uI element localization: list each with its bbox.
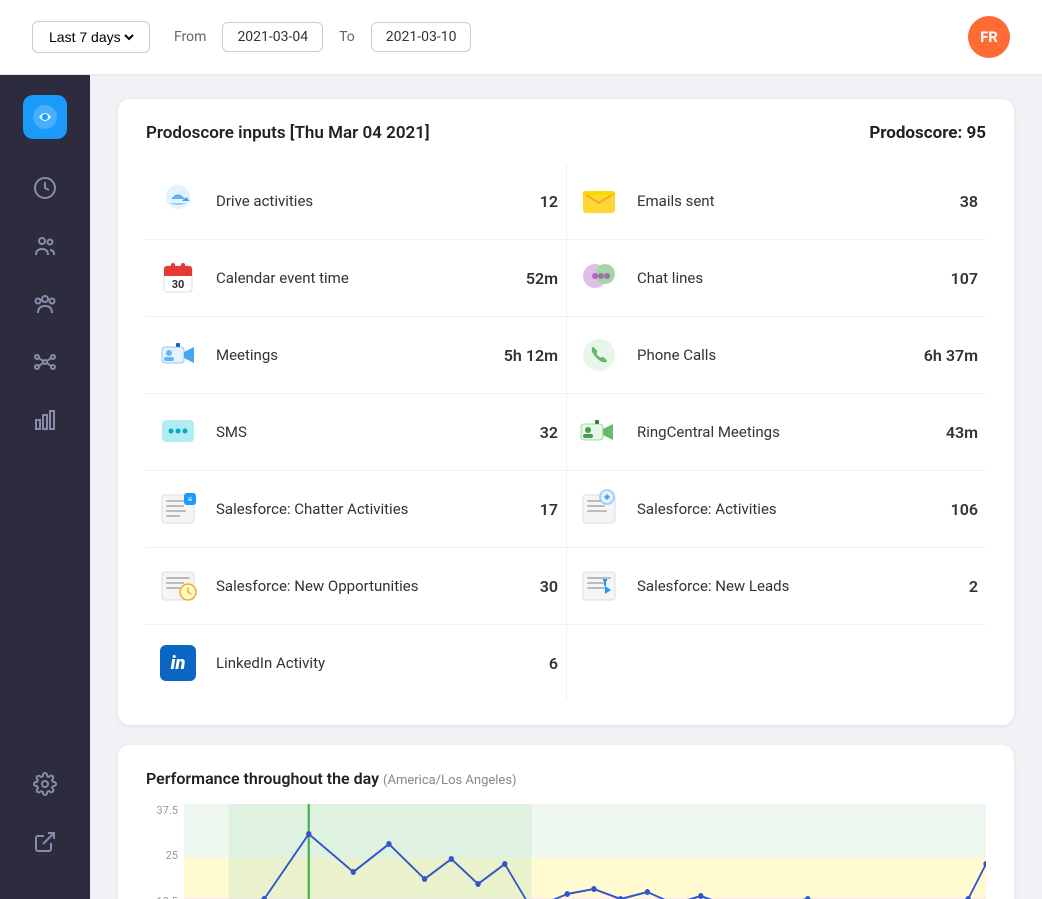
- activity-value-chat: 107: [918, 269, 978, 288]
- chat-icon: [575, 254, 623, 302]
- sidebar-item-dashboard[interactable]: [20, 163, 70, 213]
- linkedin-icon: in: [154, 639, 202, 687]
- date-range-dropdown[interactable]: Last 7 days: [45, 28, 137, 46]
- activity-name-sf-opps: Salesforce: New Opportunities: [216, 577, 484, 595]
- prodoscore-text: Prodoscore: 95: [869, 123, 986, 143]
- chart-card: Performance throughout the day (America/…: [118, 745, 1014, 899]
- activity-name-calendar: Calendar event time: [216, 269, 484, 287]
- svg-text:≡: ≡: [188, 495, 193, 504]
- header: Last 7 days From 2021-03-04 To 2021-03-1…: [0, 0, 1042, 75]
- activity-col-right: Emails sent 38: [566, 163, 986, 701]
- activity-name-chat: Chat lines: [637, 269, 904, 287]
- activity-value-emails: 38: [918, 192, 978, 211]
- sf-opps-icon: [154, 562, 202, 610]
- sidebar-item-teams[interactable]: [20, 279, 70, 329]
- dashboard-icon: [33, 176, 57, 200]
- calendar-icon: 30: [154, 254, 202, 302]
- activity-name-drive: Drive activities: [216, 192, 484, 210]
- activity-row-sf-leads: Salesforce: New Leads 2: [567, 548, 986, 625]
- chart-svg-area: [184, 804, 986, 899]
- chart-y-axis: 37.5 25 12.5: [146, 804, 182, 899]
- sidebar-item-settings[interactable]: [20, 759, 70, 809]
- activity-value-ringcentral: 43m: [918, 423, 978, 442]
- chart-svg: [184, 804, 986, 899]
- sidebar-item-reports[interactable]: [20, 395, 70, 445]
- activity-value-calendar: 52m: [498, 269, 558, 288]
- performance-chart: 37.5 25 12.5: [146, 804, 986, 899]
- activity-name-phone: Phone Calls: [637, 346, 904, 364]
- inputs-card-title: Prodoscore inputs [Thu Mar 04 2021]: [146, 123, 430, 143]
- from-label: From: [174, 29, 206, 45]
- activity-row-phone: Phone Calls 6h 37m: [567, 317, 986, 394]
- sidebar-logo[interactable]: [23, 95, 67, 139]
- activity-value-linkedin: 6: [498, 654, 558, 673]
- activity-value-sf-opps: 30: [498, 577, 558, 596]
- activity-name-ringcentral: RingCentral Meetings: [637, 423, 904, 441]
- plug-icon: [33, 830, 57, 854]
- drive-icon: [154, 177, 202, 225]
- activity-value-phone: 6h 37m: [918, 346, 978, 365]
- activity-row-meetings: Meetings 5h 12m: [146, 317, 566, 394]
- reports-icon: [33, 408, 57, 432]
- sf-chatter-icon: ≡: [154, 485, 202, 533]
- sms-icon: [154, 408, 202, 456]
- meetings-icon: [154, 331, 202, 379]
- sidebar-item-network[interactable]: [20, 337, 70, 387]
- network-icon: [33, 350, 57, 374]
- activity-row-ringcentral: RingCentral Meetings 43m: [567, 394, 986, 471]
- main-content: Prodoscore inputs [Thu Mar 04 2021] Prod…: [90, 75, 1042, 899]
- teams-icon: [33, 292, 57, 316]
- date-range-selector[interactable]: Last 7 days: [32, 21, 150, 53]
- activity-value-meetings: 5h 12m: [498, 346, 558, 365]
- phone-icon: [575, 331, 623, 379]
- ringcentral-icon: [575, 408, 623, 456]
- svg-text:30: 30: [172, 278, 185, 291]
- app-layout: Prodoscore inputs [Thu Mar 04 2021] Prod…: [0, 75, 1042, 899]
- activity-value-sf-chatter: 17: [498, 500, 558, 519]
- y-label-25: 25: [166, 849, 178, 862]
- activity-row-calendar: 30 Calendar event time 52m: [146, 240, 566, 317]
- sf-leads-icon: [575, 562, 623, 610]
- activity-value-drive: 12: [498, 192, 558, 211]
- to-date-input[interactable]: 2021-03-10: [371, 22, 472, 52]
- y-label-37: 37.5: [157, 804, 178, 817]
- activity-row-sms: SMS 32: [146, 394, 566, 471]
- sidebar-bottom: [20, 759, 70, 879]
- activity-row-sf-opps: Salesforce: New Opportunities 30: [146, 548, 566, 625]
- from-date-input[interactable]: 2021-03-04: [222, 22, 323, 52]
- inputs-card-header: Prodoscore inputs [Thu Mar 04 2021] Prod…: [146, 123, 986, 143]
- activity-value-sms: 32: [498, 423, 558, 442]
- activity-row-drive: Drive activities 12: [146, 163, 566, 240]
- activity-name-sms: SMS: [216, 423, 484, 441]
- activity-row-chat: Chat lines 107: [567, 240, 986, 317]
- gear-icon: [33, 772, 57, 796]
- chart-title: Performance throughout the day (America/…: [146, 769, 986, 788]
- activity-row-linkedin: in LinkedIn Activity 6: [146, 625, 566, 701]
- activity-value-sf-activities: 106: [918, 500, 978, 519]
- sidebar: [0, 75, 90, 899]
- activity-name-emails: Emails sent: [637, 192, 904, 210]
- activity-row-sf-activities: Salesforce: Activities 106: [567, 471, 986, 548]
- activity-name-sf-leads: Salesforce: New Leads: [637, 577, 904, 595]
- activity-name-sf-chatter: Salesforce: Chatter Activities: [216, 500, 484, 518]
- prodoscore-label: Prodoscore: 95: [869, 123, 986, 143]
- sidebar-item-integrations[interactable]: [20, 817, 70, 867]
- activity-name-linkedin: LinkedIn Activity: [216, 654, 484, 672]
- to-label: To: [339, 29, 355, 45]
- inputs-card: Prodoscore inputs [Thu Mar 04 2021] Prod…: [118, 99, 1014, 725]
- activity-name-sf-activities: Salesforce: Activities: [637, 500, 904, 518]
- activity-name-meetings: Meetings: [216, 346, 484, 364]
- logo-icon: [31, 103, 59, 131]
- sidebar-item-users[interactable]: [20, 221, 70, 271]
- activity-grid: Drive activities 12 30: [146, 163, 986, 701]
- avatar[interactable]: FR: [968, 16, 1010, 58]
- sf-activities-icon: [575, 485, 623, 533]
- email-icon: [575, 177, 623, 225]
- activity-row-emails: Emails sent 38: [567, 163, 986, 240]
- activity-row-sf-chatter: ≡ Salesforce: Chatter Activities 17: [146, 471, 566, 548]
- activity-col-left: Drive activities 12 30: [146, 163, 566, 701]
- activity-value-sf-leads: 2: [918, 577, 978, 596]
- users-icon: [33, 234, 57, 258]
